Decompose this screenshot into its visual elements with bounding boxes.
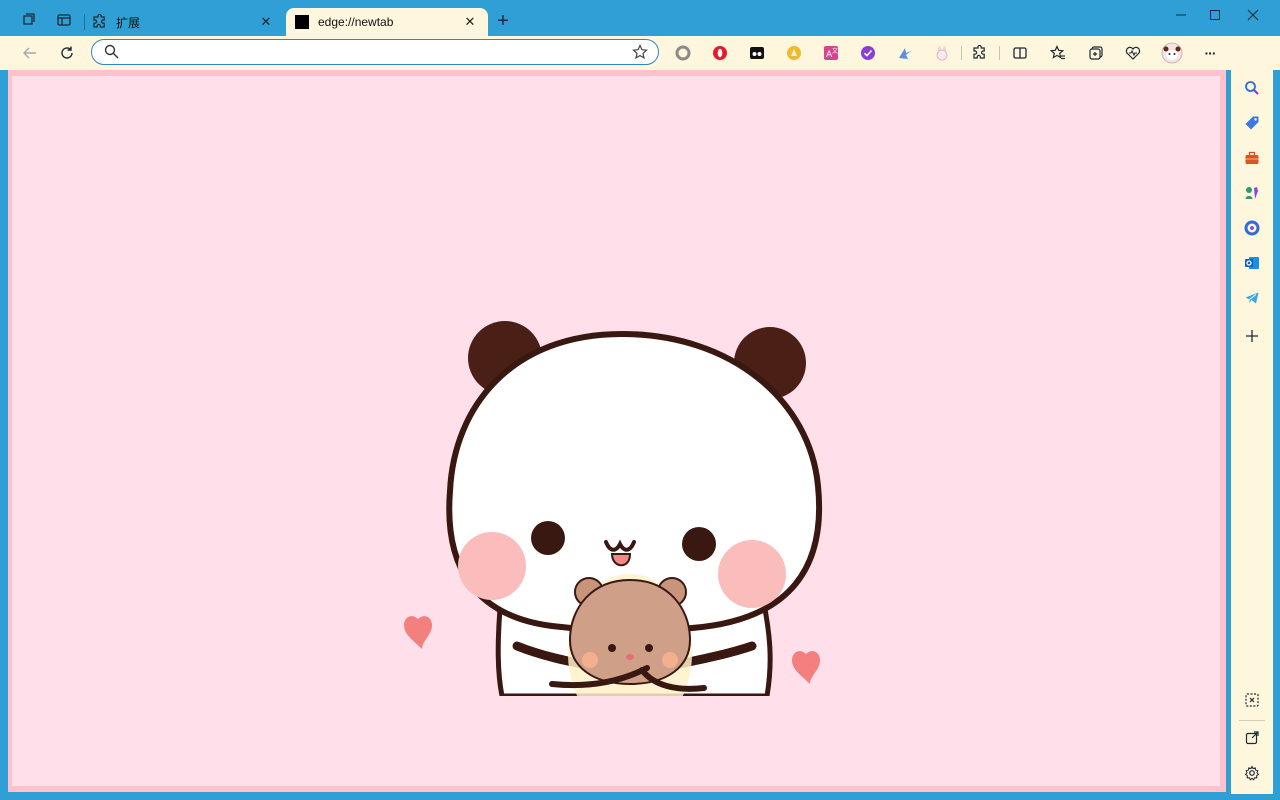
outlook-icon[interactable] [1238,249,1266,277]
translate-extension-icon[interactable]: A文 [821,43,841,63]
favorite-star-icon[interactable] [632,44,648,65]
back-button[interactable] [16,39,44,67]
page-content [8,70,1226,792]
telegram-icon[interactable] [1238,284,1266,312]
split-screen-icon[interactable] [1010,43,1030,63]
edge-sidebar [1231,36,1273,794]
refresh-button[interactable] [53,39,81,67]
close-icon [1247,9,1259,21]
tab-extensions[interactable]: 扩展 ✕ [84,8,284,36]
new-tab-page [12,76,1220,786]
more-options-button[interactable]: ··· [1200,43,1220,63]
favorites-icon[interactable] [1048,43,1068,63]
tab-title: edge://newtab [318,15,394,29]
address-input[interactable] [124,43,628,63]
toolbar: A文 ··· [0,36,1280,70]
microsoft-365-icon[interactable] [1238,214,1266,242]
browser-window: 扩展 ✕ edge://newtab ✕ + A 文 ··· [0,0,1280,800]
panda-wallpaper [404,321,823,696]
yellow-compass-extension-icon[interactable] [784,43,804,63]
sidebar-divider [1239,720,1265,721]
bird-extension-icon[interactable] [895,43,915,63]
close-tab-icon[interactable]: ✕ [462,14,478,30]
bunny-extension-icon[interactable] [932,43,952,63]
puzzle-extensions-icon[interactable] [970,43,990,63]
black-square-icon [294,14,310,30]
puzzle-icon [92,14,108,30]
svg-text:文: 文 [832,47,838,55]
plus-icon: + [497,10,509,32]
more-icon: ··· [1204,45,1217,61]
dual-dot-extension-icon[interactable] [747,43,767,63]
tab-strip: 扩展 ✕ edge://newtab ✕ + [0,0,1280,36]
settings-icon[interactable] [1238,759,1266,787]
close-window-button[interactable] [1234,0,1272,30]
tab-actions-icon[interactable] [52,8,76,32]
open-external-icon[interactable] [1238,724,1266,752]
opera-extension-icon[interactable] [710,43,730,63]
games-icon[interactable] [1238,179,1266,207]
circle-extension-icon[interactable] [673,43,693,63]
tab-title: 扩展 [116,15,141,30]
new-tab-button[interactable]: + [492,10,514,32]
toolbar-divider [961,46,962,60]
screenshot-icon[interactable] [1238,686,1266,714]
search-icon[interactable] [1238,74,1266,102]
profile-avatar-icon[interactable] [1160,41,1184,65]
minimize-button[interactable] [1162,0,1200,30]
tools-briefcase-icon[interactable] [1238,144,1266,172]
minimize-icon [1176,14,1186,16]
browser-essentials-icon[interactable] [1123,43,1143,63]
refresh-icon [61,46,73,59]
add-icon[interactable] [1238,322,1266,350]
collections-icon[interactable] [1086,43,1106,63]
tab-newtab[interactable]: edge://newtab ✕ [286,8,488,36]
maximize-icon [1210,10,1220,20]
maximize-button[interactable] [1196,0,1234,30]
toolbar-divider [999,46,1000,60]
address-bar[interactable] [91,39,659,65]
workspaces-icon[interactable] [17,8,41,32]
shopping-tag-icon[interactable] [1238,109,1266,137]
close-tab-icon[interactable]: ✕ [258,14,274,30]
search-icon [104,44,119,64]
arrow-left-icon [23,47,36,59]
purple-check-extension-icon[interactable] [858,43,878,63]
